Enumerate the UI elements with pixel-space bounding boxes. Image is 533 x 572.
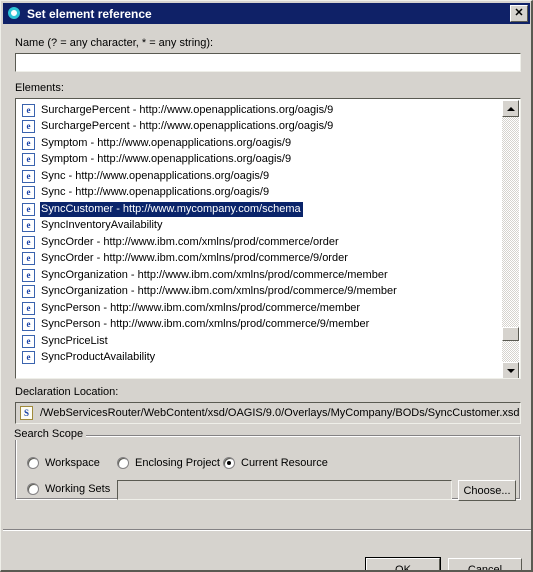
list-item[interactable]: e Sync - http://www.openapplications.org/… [17,168,503,185]
radio-enclosing-project-label: Enclosing Project [135,457,220,469]
list-item-label: SyncOrder - http://www.ibm.com/xmlns/pro… [41,235,339,248]
list-item[interactable]: e Symptom - http://www.openapplications.o… [17,135,503,152]
dialog-titlebar: Set element reference ✕ [3,3,530,24]
declaration-location-box: S /WebServicesRouter/WebContent/xsd/OAGI… [15,402,521,424]
list-item-label: SyncCustomer - http://www.mycompany.com/… [40,201,303,217]
choose-button[interactable]: Choose... [458,480,516,501]
working-sets-input[interactable] [117,480,452,500]
radio-current-resource-label: Current Resource [241,457,328,469]
list-item[interactable]: e SyncInventoryAvailability [17,218,503,235]
element-icon: e [22,219,35,233]
name-input[interactable] [15,53,521,72]
scroll-down-button[interactable] [502,362,519,378]
list-item[interactable]: e SyncPriceList [17,333,503,350]
radio-workspace-dot [27,457,39,469]
element-icon: e [22,103,35,117]
list-item-label: SyncPerson - http://www.ibm.com/xmlns/pr… [41,318,370,331]
element-icon: e [22,235,35,249]
radio-current-resource-dot [223,457,235,469]
radio-workspace[interactable]: Workspace [27,457,100,469]
list-item[interactable]: e SyncProductAvailability [17,350,503,367]
list-item-label: Sync - http://www.openapplications.org/o… [41,169,270,182]
elements-list-scrollbar[interactable] [502,100,519,378]
element-icon: e [22,153,35,167]
list-item-label: SurchargePercent - http://www.openapplic… [41,103,334,116]
list-item-label: Symptom - http://www.openapplications.or… [41,136,292,149]
element-icon: e [22,169,35,183]
list-item[interactable]: e SyncOrganization - http://www.ibm.com/x… [17,284,503,301]
list-item-label: SyncInventoryAvailability [41,219,163,232]
element-icon: e [22,285,35,299]
scroll-up-button[interactable] [502,100,519,117]
list-item[interactable]: e SyncPerson - http://www.ibm.com/xmlns/p… [17,317,503,334]
list-item-label: SyncOrganization - http://www.ibm.com/xm… [41,285,397,298]
list-item-label: SyncPriceList [41,334,108,347]
list-item-label: SyncPerson - http://www.ibm.com/xmlns/pr… [41,301,361,314]
element-icon: e [22,252,35,266]
elements-list-items: e SurchargePercent - http://www.openappli… [17,100,503,366]
radio-working-sets-dot [27,483,39,495]
list-item[interactable]: e SyncPerson - http://www.ibm.com/xmlns/p… [17,300,503,317]
element-icon: e [22,301,35,315]
list-item[interactable]: e SyncOrder - http://www.ibm.com/xmlns/pr… [17,234,503,251]
element-icon: e [22,202,35,216]
radio-enclosing-project[interactable]: Enclosing Project [117,457,220,469]
dialog-content: Name (? = any character, * = any string)… [3,24,531,570]
list-item[interactable]: e Symptom - http://www.openapplications.o… [17,152,503,169]
scrollbar-thumb[interactable] [502,327,519,341]
element-icon: e [22,334,35,348]
button-bar-separator [3,529,531,531]
element-icon: e [22,318,35,332]
list-item[interactable]: e SyncOrganization - http://www.ibm.com/x… [17,267,503,284]
list-item-label: Sync - http://www.openapplications.org/o… [41,186,270,199]
list-item[interactable]: e SurchargePercent - http://www.openappli… [17,119,503,136]
declaration-location-label: Declaration Location: [15,386,119,398]
set-element-reference-dialog: Set element reference ✕ Name (? = any ch… [0,0,533,572]
list-item[interactable]: e SyncCustomer - http://www.mycompany.com… [17,201,503,218]
list-item-label: Symptom - http://www.openapplications.or… [41,153,292,166]
radio-enclosing-project-dot [117,457,129,469]
list-item-label: SyncOrganization - http://www.ibm.com/xm… [41,268,388,281]
list-item[interactable]: e SurchargePercent - http://www.openappli… [17,102,503,119]
list-item[interactable]: e Sync - http://www.openapplications.org/… [17,185,503,202]
elements-label: Elements: [15,82,64,94]
search-scope-legend: Search Scope [11,428,87,440]
cancel-button[interactable]: Cancel [448,558,522,570]
list-item-label: SurchargePercent - http://www.openapplic… [41,120,334,133]
ok-button[interactable]: OK [365,557,441,570]
radio-current-resource[interactable]: Current Resource [223,457,328,469]
list-item[interactable]: e SyncOrder - http://www.ibm.com/xmlns/pr… [17,251,503,268]
element-icon: e [22,268,35,282]
radio-working-sets-label: Working Sets [45,483,111,495]
chevron-down-icon [506,368,515,373]
element-icon: e [22,186,35,200]
elements-list-viewport: e SurchargePercent - http://www.openappli… [17,100,503,378]
element-icon: e [22,136,35,150]
schema-file-icon: S [20,406,33,420]
close-button[interactable]: ✕ [510,5,528,22]
element-reference-icon [7,6,23,22]
name-label: Name (? = any character, * = any string)… [15,37,214,49]
elements-list[interactable]: e SurchargePercent - http://www.openappli… [15,98,521,379]
radio-workspace-label: Workspace [45,457,100,469]
declaration-location-path: /WebServicesRouter/WebContent/xsd/OAGIS/… [40,407,520,419]
list-item-label: SyncOrder - http://www.ibm.com/xmlns/pro… [41,252,348,265]
element-icon: e [22,351,35,365]
radio-working-sets[interactable]: Working Sets [27,483,110,495]
dialog-title: Set element reference [27,6,152,21]
chevron-up-icon [506,106,515,111]
element-icon: e [22,120,35,134]
list-item-label: SyncProductAvailability [41,351,156,364]
